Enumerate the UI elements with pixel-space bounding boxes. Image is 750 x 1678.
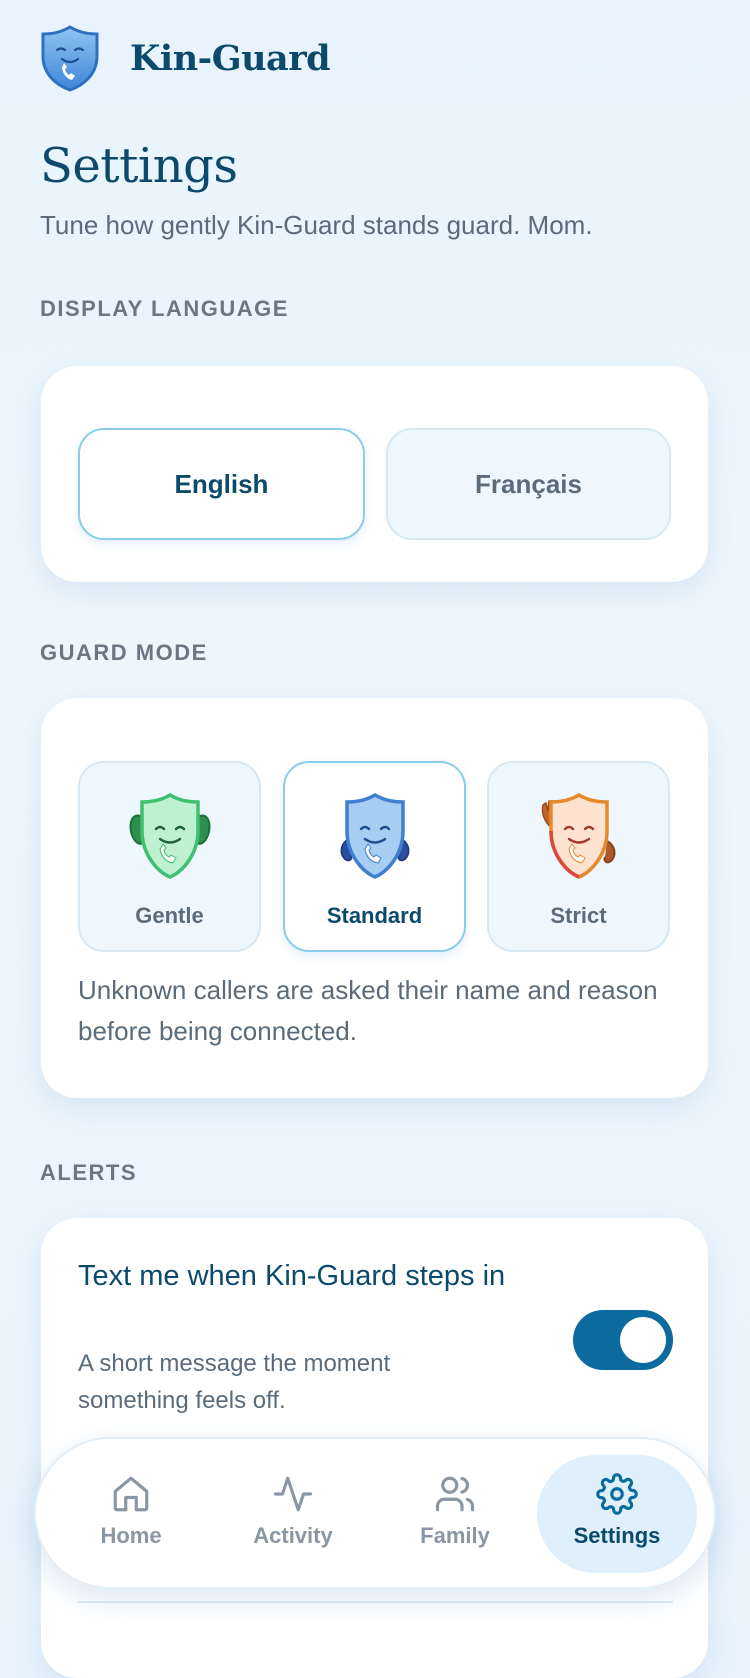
language-option-english[interactable]: English <box>78 428 365 540</box>
app-name: Kin-Guard <box>130 37 331 79</box>
alert-sms-title: Text me when Kin-Guard steps in <box>78 1260 506 1292</box>
guard-mode-card: Gentle Standard Strict Unknown callers a… <box>41 698 708 1098</box>
nav-item-activity[interactable]: Activity <box>213 1455 373 1573</box>
strict-shield-mascot-icon <box>529 791 629 888</box>
alert-sms-description: A short message the moment something fee… <box>78 1350 391 1414</box>
guard-mode-standard-label: Standard <box>326 903 423 928</box>
guard-mode-gentle-label: Gentle <box>135 903 204 928</box>
app-logo <box>40 24 100 92</box>
toggle-knob <box>620 1317 666 1363</box>
app-header: Kin-Guard <box>40 22 331 94</box>
home-icon <box>110 1473 152 1520</box>
guard-mode-description: Unknown callers are asked their name and… <box>78 975 658 1046</box>
guard-mode-section-label: GUARD MODE <box>40 640 208 665</box>
page-title: Settings <box>40 138 238 194</box>
language-option-francais[interactable]: Français <box>386 428 671 540</box>
standard-shield-mascot-icon <box>325 791 425 888</box>
alerts-divider <box>78 1601 673 1603</box>
gear-icon <box>596 1473 638 1520</box>
nav-label-settings: Settings <box>573 1523 661 1548</box>
guard-mode-strict-label: Strict <box>550 903 607 928</box>
family-icon <box>434 1473 476 1520</box>
nav-item-home[interactable]: Home <box>51 1455 211 1573</box>
bottom-nav: Home Activity Family Settings <box>34 1437 716 1589</box>
alerts-section-label: ALERTS <box>40 1160 137 1185</box>
display-language-card: English Français <box>41 366 708 582</box>
shield-logo-icon <box>40 24 100 92</box>
nav-label-home: Home <box>100 1523 162 1548</box>
nav-label-activity: Activity <box>253 1523 333 1548</box>
display-language-section-label: DISPLAY LANGUAGE <box>40 296 289 321</box>
activity-icon <box>272 1473 314 1520</box>
alert-sms-toggle[interactable] <box>573 1310 673 1370</box>
page-subtitle: Tune how gently Kin-Guard stands guard. … <box>40 210 593 240</box>
nav-item-settings[interactable]: Settings <box>537 1455 697 1573</box>
guard-mode-strict[interactable]: Strict <box>487 761 670 952</box>
nav-label-family: Family <box>420 1523 490 1548</box>
guard-mode-gentle[interactable]: Gentle <box>78 761 261 952</box>
guard-mode-standard[interactable]: Standard <box>283 761 466 952</box>
gentle-shield-mascot-icon <box>120 791 220 888</box>
nav-item-family[interactable]: Family <box>375 1455 535 1573</box>
